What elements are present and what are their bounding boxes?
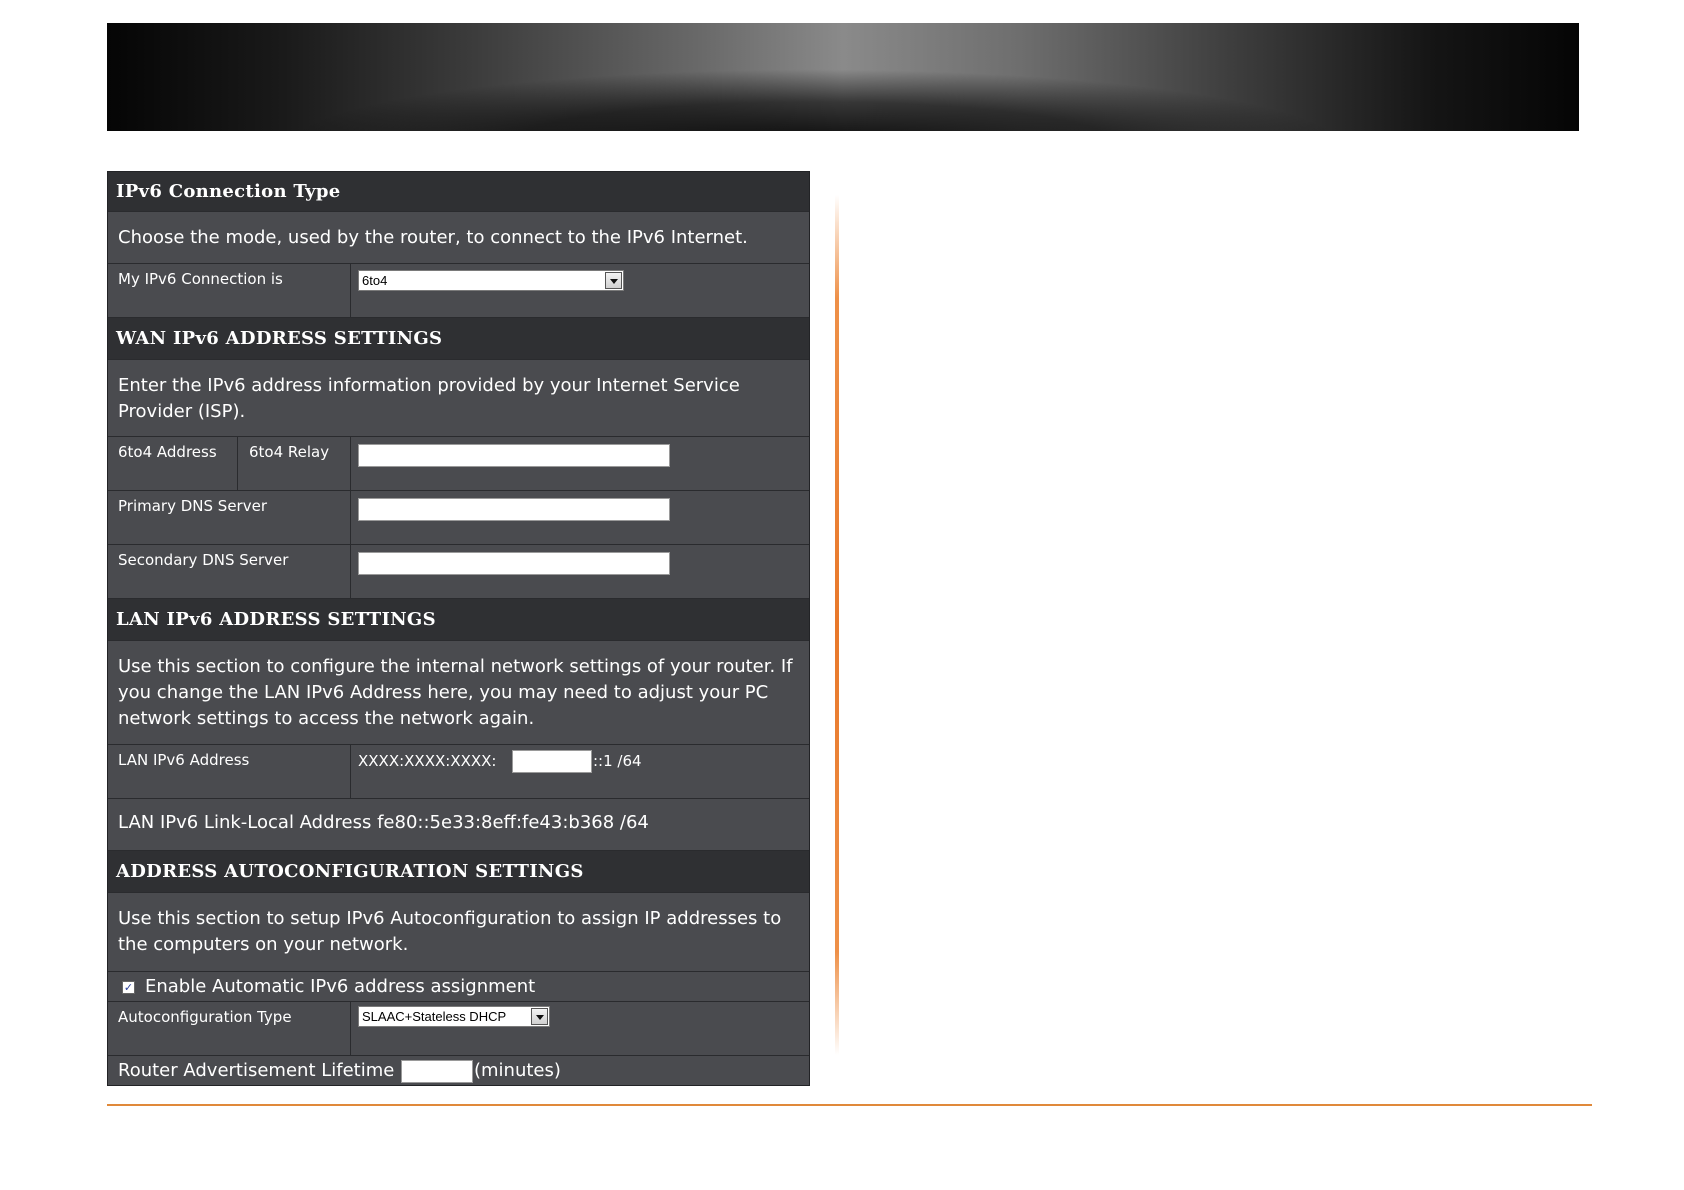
autoconf-type-label: Autoconfiguration Type [118,1008,292,1026]
lan-address-suffix: ::1 /64 [593,752,642,770]
section-title: LAN IPv6 ADDRESS SETTINGS [116,609,436,630]
link-local-row: LAN IPv6 Link-Local Address fe80::5e33:8… [108,799,809,851]
link-local-value: fe80::5e33:8eff:fe43:b368 /64 [377,812,649,833]
section-title: WAN IPv6 ADDRESS SETTINGS [116,328,443,349]
footer-divider [107,1104,1592,1106]
section-title: IPv6 Connection Type [116,181,341,202]
description-text: Enter the IPv6 address information provi… [118,375,740,422]
secondary-dns-label: Secondary DNS Server [118,551,289,569]
section-title: ADDRESS AUTOCONFIGURATION SETTINGS [116,861,584,882]
6to4-relay-label: 6to4 Relay [249,443,330,461]
lan-address-input[interactable] [512,750,592,773]
description-text: Use this section to configure the intern… [118,656,793,729]
autoconf-type-value: SLAAC+Stateless DHCP [362,1009,507,1024]
enable-autoconf-label: Enable Automatic IPv6 address assignment [145,976,536,997]
6to4-address-label: 6to4 Address [118,443,217,461]
lan-ipv6-address-label: LAN IPv6 Address [118,751,250,769]
connection-type-label: My IPv6 Connection is [118,270,283,288]
ra-lifetime-row: Router Advertisement Lifetime (minutes) [108,1056,809,1086]
column-divider [350,264,351,317]
secondary-dns-input[interactable] [358,552,670,575]
connection-type-select[interactable]: 6to4 [358,270,624,291]
ra-lifetime-input[interactable] [401,1060,473,1083]
section-header-connection-type: IPv6 Connection Type [108,172,809,212]
section-header-autoconf: ADDRESS AUTOCONFIGURATION SETTINGS [108,851,809,893]
primary-dns-row: Primary DNS Server [108,491,809,545]
lan-address-prefix: XXXX:XXXX:XXXX: [358,752,497,770]
column-divider [350,491,351,544]
decorative-vertical-line [835,195,839,1055]
chevron-down-icon[interactable] [605,272,622,289]
description-text: Choose the mode, used by the router, to … [118,227,748,248]
link-local-text: LAN IPv6 Link-Local Address fe80::5e33:8… [118,812,649,833]
ra-lifetime-unit: (minutes) [474,1060,561,1081]
column-divider [350,437,351,490]
column-divider [350,1002,351,1055]
section-description: Use this section to setup IPv6 Autoconfi… [108,893,809,972]
ipv6-settings-panel: IPv6 Connection Type Choose the mode, us… [107,171,810,1086]
ra-lifetime-label: Router Advertisement Lifetime [118,1060,395,1081]
autoconf-type-select[interactable]: SLAAC+Stateless DHCP [358,1006,550,1027]
6to4-relay-input[interactable] [358,444,670,467]
section-description: Choose the mode, used by the router, to … [108,212,809,264]
header-banner [107,23,1579,131]
primary-dns-label: Primary DNS Server [118,497,267,515]
secondary-dns-row: Secondary DNS Server [108,545,809,599]
column-divider [350,545,351,598]
chevron-down-icon[interactable] [531,1008,548,1025]
section-description: Use this section to configure the intern… [108,641,809,745]
link-local-label: LAN IPv6 Link-Local Address [118,812,372,833]
enable-autoconf-row: ✓ Enable Automatic IPv6 address assignme… [108,972,809,1002]
column-divider [350,745,351,798]
description-text: Use this section to setup IPv6 Autoconfi… [118,908,782,955]
section-header-wan: WAN IPv6 ADDRESS SETTINGS [108,318,809,360]
primary-dns-input[interactable] [358,498,670,521]
connection-type-row: My IPv6 Connection is 6to4 [108,264,809,318]
section-description: Enter the IPv6 address information provi… [108,360,809,437]
autoconf-type-row: Autoconfiguration Type SLAAC+Stateless D… [108,1002,809,1056]
enable-autoconf-checkbox[interactable]: ✓ [122,981,135,994]
wan-6to4-row: 6to4 Address 6to4 Relay [108,437,809,491]
section-header-lan: LAN IPv6 ADDRESS SETTINGS [108,599,809,641]
connection-type-value: 6to4 [362,273,388,288]
lan-ipv6-address-row: LAN IPv6 Address XXXX:XXXX:XXXX: ::1 /64 [108,745,809,799]
column-divider [237,437,238,490]
